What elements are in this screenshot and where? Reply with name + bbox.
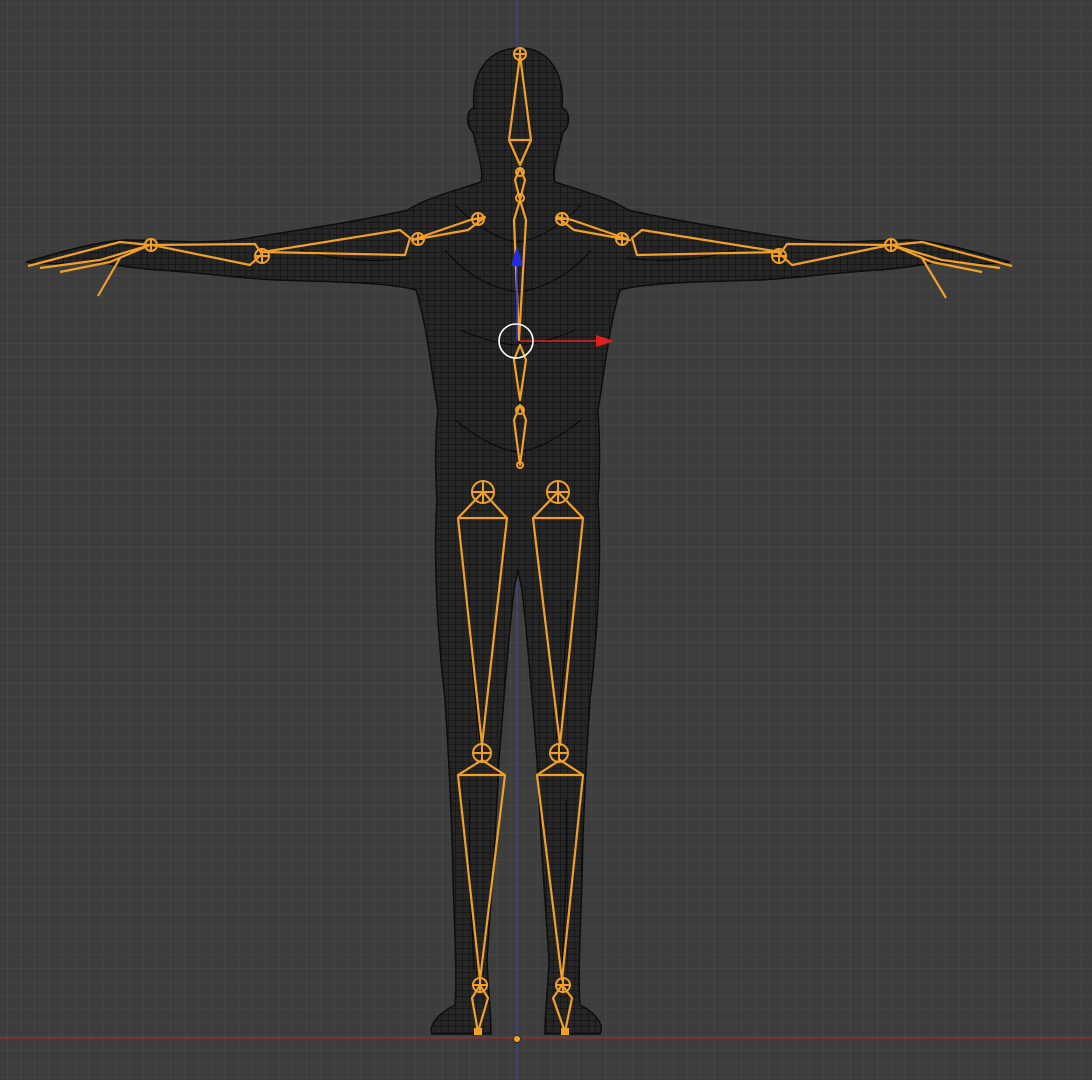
foot-tip-r (561, 1028, 569, 1035)
3d-viewport[interactable] (0, 0, 1092, 1080)
bone-hand-l[interactable] (27, 240, 151, 297)
viewport-scene[interactable] (0, 0, 1092, 1080)
object-origin-icon[interactable] (513, 1035, 521, 1043)
bone-hand-r[interactable] (891, 240, 1013, 299)
foot-tip-l (474, 1028, 482, 1035)
